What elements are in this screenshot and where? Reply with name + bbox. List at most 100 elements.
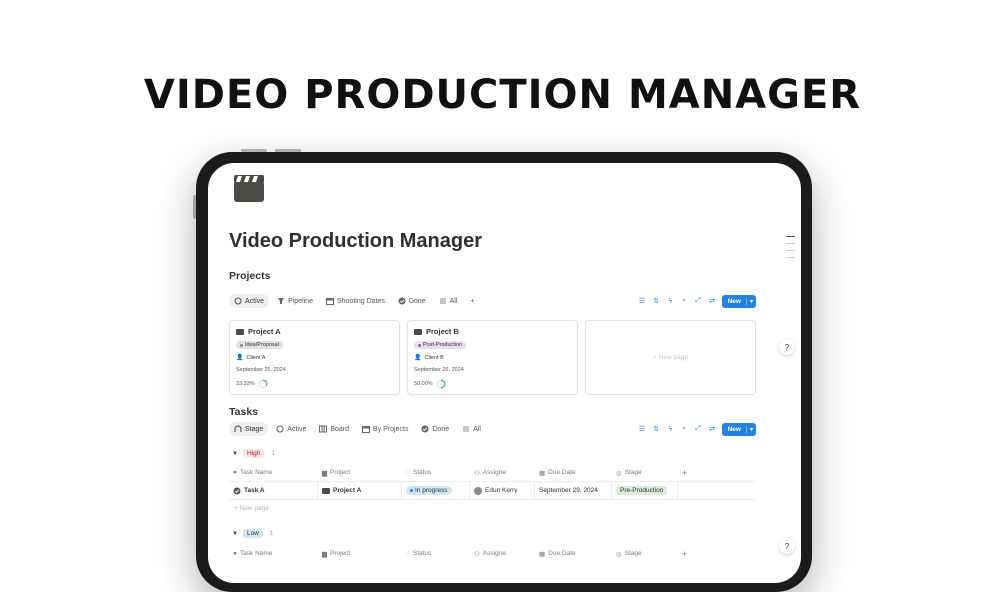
people-icon: ⚇ — [474, 550, 480, 558]
cell-due-date[interactable]: September 29, 2024 — [539, 482, 598, 499]
group-header-high[interactable]: ▼ High 1 — [232, 449, 275, 458]
search-icon[interactable]: ⌕ — [680, 425, 689, 434]
add-column-button[interactable]: + — [682, 464, 687, 481]
column-header-task-name[interactable]: ● Task Name — [233, 545, 272, 562]
column-header-status[interactable]: ◌ Status — [406, 464, 431, 481]
cell-task-name[interactable]: Task A — [233, 482, 265, 499]
progress-field: 33.33% — [236, 379, 268, 389]
tab-projects-shooting-dates[interactable]: Shooting Dates — [321, 294, 390, 308]
tasks-section-title: Tasks — [229, 406, 258, 418]
cell-stage[interactable]: Pre-Production — [616, 482, 668, 499]
project-date: September 26, 2024 — [414, 367, 464, 373]
avatar — [474, 486, 482, 495]
column-header-due-date[interactable]: ▦ Due Date — [539, 464, 576, 481]
new-page-card[interactable]: + New page — [585, 320, 756, 395]
column-label: Due Date — [548, 550, 576, 557]
toggle-triangle-icon[interactable]: ▼ — [232, 531, 238, 537]
progress-text: 33.33% — [236, 381, 255, 387]
tab-tasks-active[interactable]: Active — [271, 422, 311, 436]
column-header-stage[interactable]: ◎ Stage — [616, 464, 642, 481]
new-button-label: New — [727, 297, 741, 305]
sort-icon[interactable]: ⇅ — [652, 425, 661, 434]
list-icon — [439, 298, 446, 304]
project-date: September 25, 2024 — [236, 367, 286, 373]
outline-line — [786, 243, 795, 244]
tab-label: All — [449, 297, 458, 305]
settings-icon[interactable]: ⇄ — [708, 425, 717, 434]
chevron-down-icon[interactable]: ▾ — [745, 297, 756, 305]
expand-icon[interactable]: ⤢ — [694, 425, 703, 434]
tab-tasks-board[interactable]: Board — [314, 422, 354, 436]
tab-projects-pipeline[interactable]: Pipeline — [272, 294, 318, 308]
add-column-button[interactable]: + — [682, 545, 687, 562]
calendar-icon: ▦ — [539, 550, 546, 558]
progress-ring-icon — [258, 379, 268, 389]
help-icon[interactable]: ? — [779, 339, 795, 355]
projects-toolbar: ☰ ⇅ ϟ ⌕ ⤢ ⇄ New ▾ — [638, 292, 756, 310]
stage-pill: Pre-Production — [616, 486, 668, 495]
tab-tasks-stage[interactable]: Stage — [229, 422, 269, 436]
automation-icon[interactable]: ϟ — [666, 425, 675, 434]
client-name: Client B — [424, 354, 444, 361]
cell-status[interactable]: In progress — [406, 482, 452, 499]
project-card[interactable]: Project B Post-Production 👤 Client B Sep… — [407, 320, 578, 395]
tab-projects-all[interactable]: All — [434, 294, 463, 308]
notion-page: Video Production Manager Projects Active… — [208, 163, 801, 583]
column-header-assignee[interactable]: ⚇ Assigne — [474, 464, 506, 481]
add-view-button[interactable]: + — [465, 295, 479, 308]
column-divider — [611, 482, 612, 499]
progress-ring-icon — [436, 379, 446, 389]
stage-badge: Idea/Proposal — [236, 341, 283, 349]
cell-assignee[interactable]: Edun Kerry — [474, 482, 518, 499]
sort-icon[interactable]: ⇅ — [652, 297, 661, 306]
new-page-row-button[interactable]: + New page — [234, 505, 269, 512]
tasks-view-tabs: Stage Active Board By Projects Done All — [229, 420, 489, 438]
column-header-project[interactable]: ▆ Project — [322, 464, 350, 481]
settings-icon[interactable]: ⇄ — [708, 297, 717, 306]
filter-icon[interactable]: ☰ — [638, 425, 647, 434]
filter-icon[interactable]: ☰ — [638, 297, 647, 306]
search-icon[interactable]: ⌕ — [680, 297, 689, 306]
project-card[interactable]: Project A Idea/Proposal 👤 Client A Septe… — [229, 320, 400, 395]
help-icon[interactable]: ? — [779, 538, 795, 554]
column-divider — [317, 482, 318, 499]
column-label: Task Name — [239, 550, 273, 557]
clapperboard-icon — [234, 175, 264, 202]
badge-dot-icon — [240, 343, 243, 347]
column-header-assignee[interactable]: ⚇ Assigne — [474, 545, 506, 562]
cell-project[interactable]: Project A — [322, 482, 361, 499]
column-header-status[interactable]: ◌ Status — [406, 545, 431, 562]
table-row[interactable]: Task A Project A In progress Edun Kerry … — [229, 481, 755, 500]
check-circle-icon: ● — [233, 469, 237, 476]
tab-label: Active — [245, 297, 265, 305]
calendar-icon — [362, 426, 371, 433]
projects-new-button[interactable]: New ▾ — [721, 294, 756, 308]
stage-badge-label: Post-Production — [423, 342, 463, 348]
tab-tasks-all[interactable]: All — [457, 422, 486, 436]
status-label: In progress — [415, 487, 448, 494]
column-header-project[interactable]: ▆ Project — [322, 545, 350, 562]
automation-icon[interactable]: ϟ — [666, 297, 675, 306]
expand-icon[interactable]: ⤢ — [694, 297, 703, 306]
tab-projects-active[interactable]: Active — [229, 294, 270, 308]
stage-icon — [234, 425, 242, 432]
assignee-name: Edun Kerry — [485, 487, 518, 494]
chevron-down-icon[interactable]: ▾ — [745, 425, 756, 433]
column-label: Due Date — [548, 469, 576, 476]
toggle-triangle-icon[interactable]: ▼ — [232, 451, 238, 457]
stage-icon: ◎ — [616, 469, 622, 477]
column-divider — [677, 482, 678, 499]
tab-label: Done — [432, 425, 450, 433]
group-header-low[interactable]: ▼ Low 1 — [232, 529, 274, 538]
column-label: Assigne — [482, 469, 506, 476]
tasks-new-button[interactable]: New ▾ — [721, 422, 756, 436]
column-header-task-name[interactable]: ● Task Name — [233, 464, 272, 481]
client-name: Client A — [246, 354, 266, 361]
tab-tasks-done[interactable]: Done — [416, 422, 454, 436]
stage-icon: ◎ — [616, 550, 622, 558]
tab-tasks-by-projects[interactable]: By Projects — [357, 422, 413, 436]
column-header-due-date[interactable]: ▦ Due Date — [539, 545, 576, 562]
tab-projects-done[interactable]: Done — [393, 294, 431, 308]
page-outline-indicator[interactable] — [786, 236, 795, 264]
column-header-stage[interactable]: ◎ Stage — [616, 545, 642, 562]
